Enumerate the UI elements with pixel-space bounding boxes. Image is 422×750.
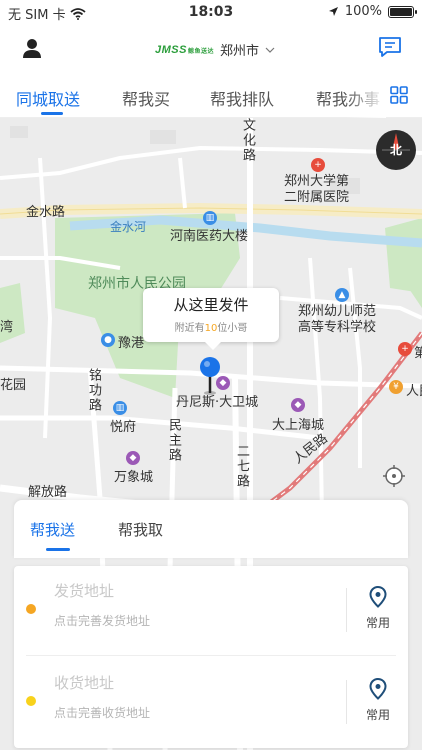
mall-icon: ◆ — [126, 451, 140, 465]
map-label-teachers-college: 郑州幼儿师范高等专科学校 — [298, 304, 377, 335]
location-pin-icon — [369, 678, 387, 700]
map-label-jinshui-road: 金水路 — [26, 205, 66, 220]
sender-dot — [26, 604, 36, 614]
map-label-hospital: 郑州大学第二附属医院 — [284, 174, 350, 205]
common-label: 常用 — [365, 708, 390, 722]
building-icon: ▥ — [113, 401, 127, 415]
bank-icon: ¥ — [389, 380, 403, 394]
map-label-minggong-road: 铭功路 — [86, 368, 101, 413]
city-selector[interactable]: JMSS鲸鱼送达 郑州市 — [155, 40, 275, 59]
receiver-address-row[interactable]: 收货地址 点击完善收货地址 常用 — [14, 656, 408, 746]
school-icon: ▲ — [335, 288, 349, 302]
building-icon: ▥ — [203, 211, 217, 225]
poi-icon: ● — [101, 333, 115, 347]
map-pin-icon — [200, 357, 220, 395]
tab-pick-up-for-me[interactable]: 帮我取 — [118, 519, 163, 540]
hospital-icon: + — [398, 342, 412, 356]
sender-address-hint: 点击完善发货地址 — [54, 614, 151, 628]
chevron-down-icon — [265, 47, 275, 53]
send-from-here-callout[interactable]: 从这里发件 附近有10位小哥 — [143, 288, 279, 350]
map-label-wan-edge: 湾 — [0, 320, 14, 335]
service-tabs: 同城取送 帮我买 帮我排队 帮我办事 — [0, 74, 422, 118]
receiver-address-hint: 点击完善收货地址 — [54, 706, 151, 720]
status-right: 100% — [328, 4, 417, 19]
tab-same-city[interactable]: 同城取送 — [16, 86, 80, 110]
mall-icon: ◆ — [291, 398, 305, 412]
nearby-count: 10 — [204, 323, 218, 334]
battery-percent: 100% — [344, 4, 382, 19]
map-label-wanxiang: 万象城 — [114, 470, 154, 485]
map-label-ren-edge: 人民 — [406, 384, 422, 399]
divider — [346, 588, 347, 632]
map-label-yuefu: 悦府 — [110, 420, 137, 435]
compass-button[interactable]: 北 — [376, 130, 416, 170]
tab-queue-for-me[interactable]: 帮我排队 — [210, 86, 274, 110]
sender-address-row[interactable]: 发货地址 点击完善发货地址 常用 — [14, 566, 408, 656]
map-label-wenhua-road: 文化路 — [240, 118, 255, 163]
sender-address-title: 发货地址 — [54, 582, 115, 600]
tabs-fade — [346, 74, 386, 118]
user-avatar-icon[interactable] — [20, 36, 44, 60]
tab-send-for-me[interactable]: 帮我送 — [30, 519, 75, 540]
divider — [346, 680, 347, 724]
grid-menu-icon[interactable] — [388, 84, 410, 106]
map-label-minzhu-road: 民主路 — [166, 418, 181, 463]
callout-nearby-couriers: 附近有10位小哥 — [143, 319, 279, 334]
map-label-yuan-edge: 花园 — [0, 378, 27, 393]
compass-north-label: 北 — [389, 143, 402, 157]
location-pin-icon — [369, 586, 387, 608]
map-label-jiefang-road: 解放路 — [28, 485, 68, 500]
message-icon[interactable] — [378, 36, 402, 58]
delivery-mode-card: 帮我送 帮我取 — [14, 500, 408, 558]
logo-subtext: 鲸鱼送达 — [187, 48, 214, 55]
receiver-common-button[interactable]: 常用 — [356, 678, 400, 723]
brand-logo: JMSS鲸鱼送达 — [155, 44, 214, 56]
map-label-di-edge: 第 — [414, 346, 422, 361]
city-label: 郑州市 — [219, 44, 259, 59]
location-arrow-icon — [328, 7, 338, 16]
sender-common-button[interactable]: 常用 — [356, 586, 400, 631]
hospital-icon: + — [311, 158, 325, 172]
status-bar: 无 SIM 卡 18:03 100% — [0, 0, 422, 24]
tab-buy-for-me[interactable]: 帮我买 — [122, 86, 170, 110]
app-header: JMSS鲸鱼送达 郑州市 — [0, 24, 422, 74]
map-label-jinshui-river: 金水河 — [110, 220, 147, 234]
map-label-erqi-road: 二七路 — [234, 444, 249, 489]
map-label-yugang: 豫港 — [118, 336, 145, 351]
nearby-prefix: 附近有 — [174, 323, 205, 334]
battery-icon — [388, 5, 417, 18]
address-card: 发货地址 点击完善发货地址 常用 收货地址 点击完善收货地址 常用 — [14, 566, 408, 748]
receiver-dot — [26, 696, 36, 706]
receiver-address-title: 收货地址 — [54, 674, 115, 692]
map-label-pharma-building: 河南医药大楼 — [170, 229, 249, 244]
locate-me-icon[interactable] — [382, 464, 406, 488]
active-tab-indicator — [41, 112, 63, 115]
nearby-suffix: 位小哥 — [217, 323, 248, 334]
callout-title: 从这里发件 — [173, 296, 249, 314]
mode-tab-indicator — [46, 548, 70, 551]
logo-text: JMSS — [155, 43, 187, 56]
common-label: 常用 — [365, 616, 390, 630]
